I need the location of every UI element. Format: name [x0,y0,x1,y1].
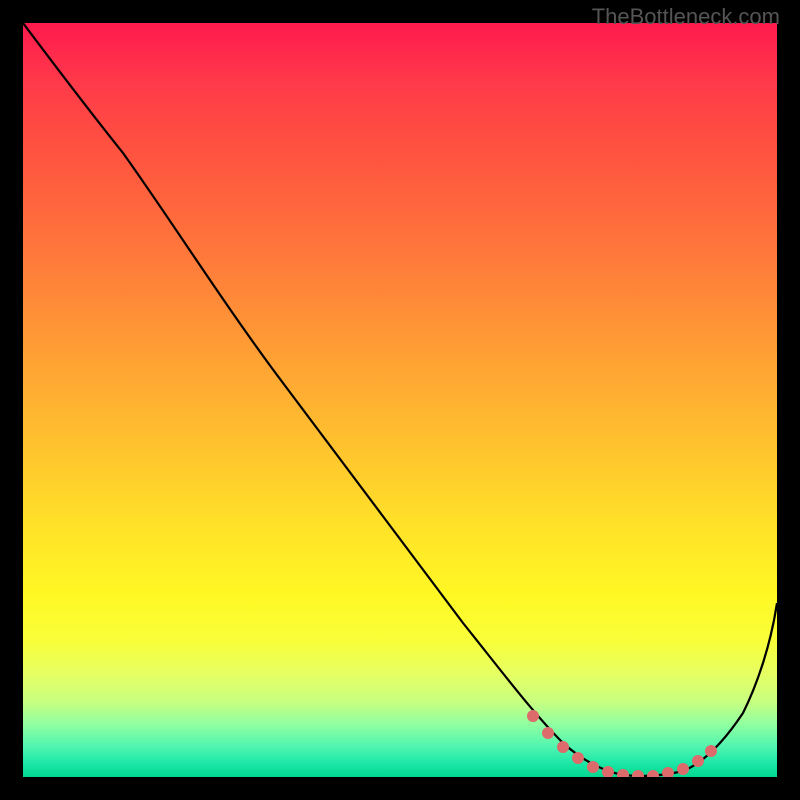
marker-dot [632,770,644,777]
highlight-markers-group [527,710,717,777]
marker-dot [527,710,539,722]
marker-dot [542,727,554,739]
marker-dot [692,755,704,767]
chart-svg [23,23,777,777]
marker-dot [677,763,689,775]
marker-dot [572,752,584,764]
marker-dot [602,766,614,777]
marker-dot [705,745,717,757]
bottleneck-curve-line [23,23,777,776]
chart-plot-area [23,23,777,777]
marker-dot [557,741,569,753]
watermark-text: TheBottleneck.com [592,4,780,30]
marker-dot [617,769,629,777]
marker-dot [647,770,659,777]
marker-dot [587,761,599,773]
marker-dot [662,767,674,777]
